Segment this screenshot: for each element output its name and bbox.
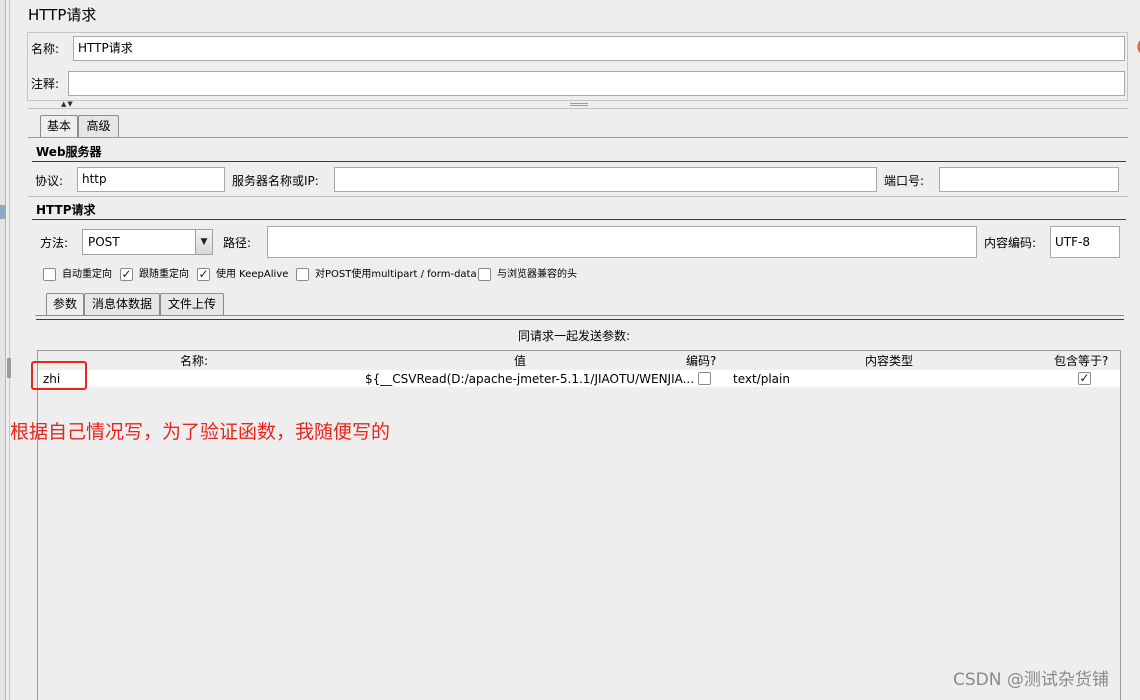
method-value: POST: [88, 235, 120, 249]
method-label: 方法:: [40, 236, 69, 250]
method-select[interactable]: POST ▼: [82, 229, 213, 255]
port-label: 端口号:: [884, 174, 925, 188]
tab-advanced[interactable]: 高级: [78, 115, 119, 137]
encoding-label: 内容编码:: [984, 236, 1037, 250]
path-input[interactable]: [267, 226, 977, 258]
splitter-grip-icon[interactable]: [570, 103, 588, 106]
name-input[interactable]: HTTP请求: [73, 36, 1125, 61]
annotation-text: 根据自己情况写，为了验证函数，我随便写的: [10, 421, 391, 443]
auto-redirect-checkbox[interactable]: [43, 268, 56, 281]
splitter-arrows-icon[interactable]: ▲▼: [61, 100, 74, 108]
params-rule: [36, 319, 1124, 320]
http-request-title: HTTP请求: [36, 203, 96, 217]
tab-basic[interactable]: 基本: [40, 115, 78, 137]
web-server-rule: [32, 161, 1126, 162]
web-server-title: Web服务器: [36, 145, 102, 159]
http-request-rule: [32, 219, 1126, 220]
browser-headers-label: 与浏览器兼容的头: [497, 269, 577, 280]
encoding-input[interactable]: UTF-8: [1050, 226, 1120, 258]
tab-file-upload[interactable]: 文件上传: [160, 293, 224, 315]
page-title: HTTP请求: [28, 6, 97, 24]
resize-handle[interactable]: [7, 358, 11, 378]
auto-redirect-label: 自动重定向: [62, 269, 112, 280]
tab-body-data[interactable]: 消息体数据: [84, 293, 160, 315]
chevron-down-icon[interactable]: ▼: [195, 230, 212, 254]
tab-baseline: [28, 137, 1128, 138]
tab-parameters[interactable]: 参数: [46, 293, 84, 315]
multipart-checkbox[interactable]: [296, 268, 309, 281]
port-input[interactable]: [939, 167, 1119, 192]
follow-redirect-label: 跟随重定向: [139, 269, 189, 280]
params-heading: 同请求一起发送参数:: [518, 329, 631, 343]
divider: [28, 196, 1128, 197]
comment-label: 注释:: [31, 77, 60, 91]
server-label: 服务器名称或IP:: [232, 174, 319, 188]
keepalive-checkbox[interactable]: ✓: [197, 268, 210, 281]
path-label: 路径:: [223, 236, 252, 250]
param-value-cell[interactable]: ${__CSVRead(D:/apache-jmeter-5.1.1/JIAOT…: [365, 371, 694, 387]
params-table[interactable]: [37, 350, 1121, 700]
keepalive-label: 使用 KeepAlive: [216, 269, 289, 280]
multipart-label: 对POST使用multipart / form-data: [315, 269, 477, 280]
column-header-encode[interactable]: 编码?: [686, 354, 716, 368]
name-label: 名称:: [31, 42, 60, 56]
left-panel-divider: [9, 0, 10, 700]
left-panel-edge: [0, 0, 6, 700]
protocol-input[interactable]: http: [77, 167, 225, 192]
tree-selection-marker: [0, 205, 6, 219]
column-header-value[interactable]: 值: [514, 354, 526, 368]
server-input[interactable]: [334, 167, 877, 192]
protocol-label: 协议:: [35, 174, 64, 188]
table-top-border: [37, 350, 1121, 351]
follow-redirect-checkbox[interactable]: ✓: [120, 268, 133, 281]
param-include-equals-checkbox[interactable]: ✓: [1078, 372, 1091, 385]
param-encode-checkbox[interactable]: [698, 372, 711, 385]
divider: [28, 108, 1128, 109]
cursor-mark-icon: ❪: [1134, 40, 1140, 56]
watermark: CSDN @测试杂货铺: [953, 670, 1109, 690]
comment-input[interactable]: [68, 71, 1125, 96]
column-header-name[interactable]: 名称:: [180, 354, 208, 368]
highlight-box: [31, 361, 87, 390]
param-content-type-cell[interactable]: text/plain: [733, 371, 790, 387]
column-header-include-equals[interactable]: 包含等于?: [1054, 354, 1108, 368]
browser-headers-checkbox[interactable]: [478, 268, 491, 281]
subtab-baseline: [35, 315, 1124, 316]
column-header-content-type[interactable]: 内容类型: [865, 354, 913, 368]
